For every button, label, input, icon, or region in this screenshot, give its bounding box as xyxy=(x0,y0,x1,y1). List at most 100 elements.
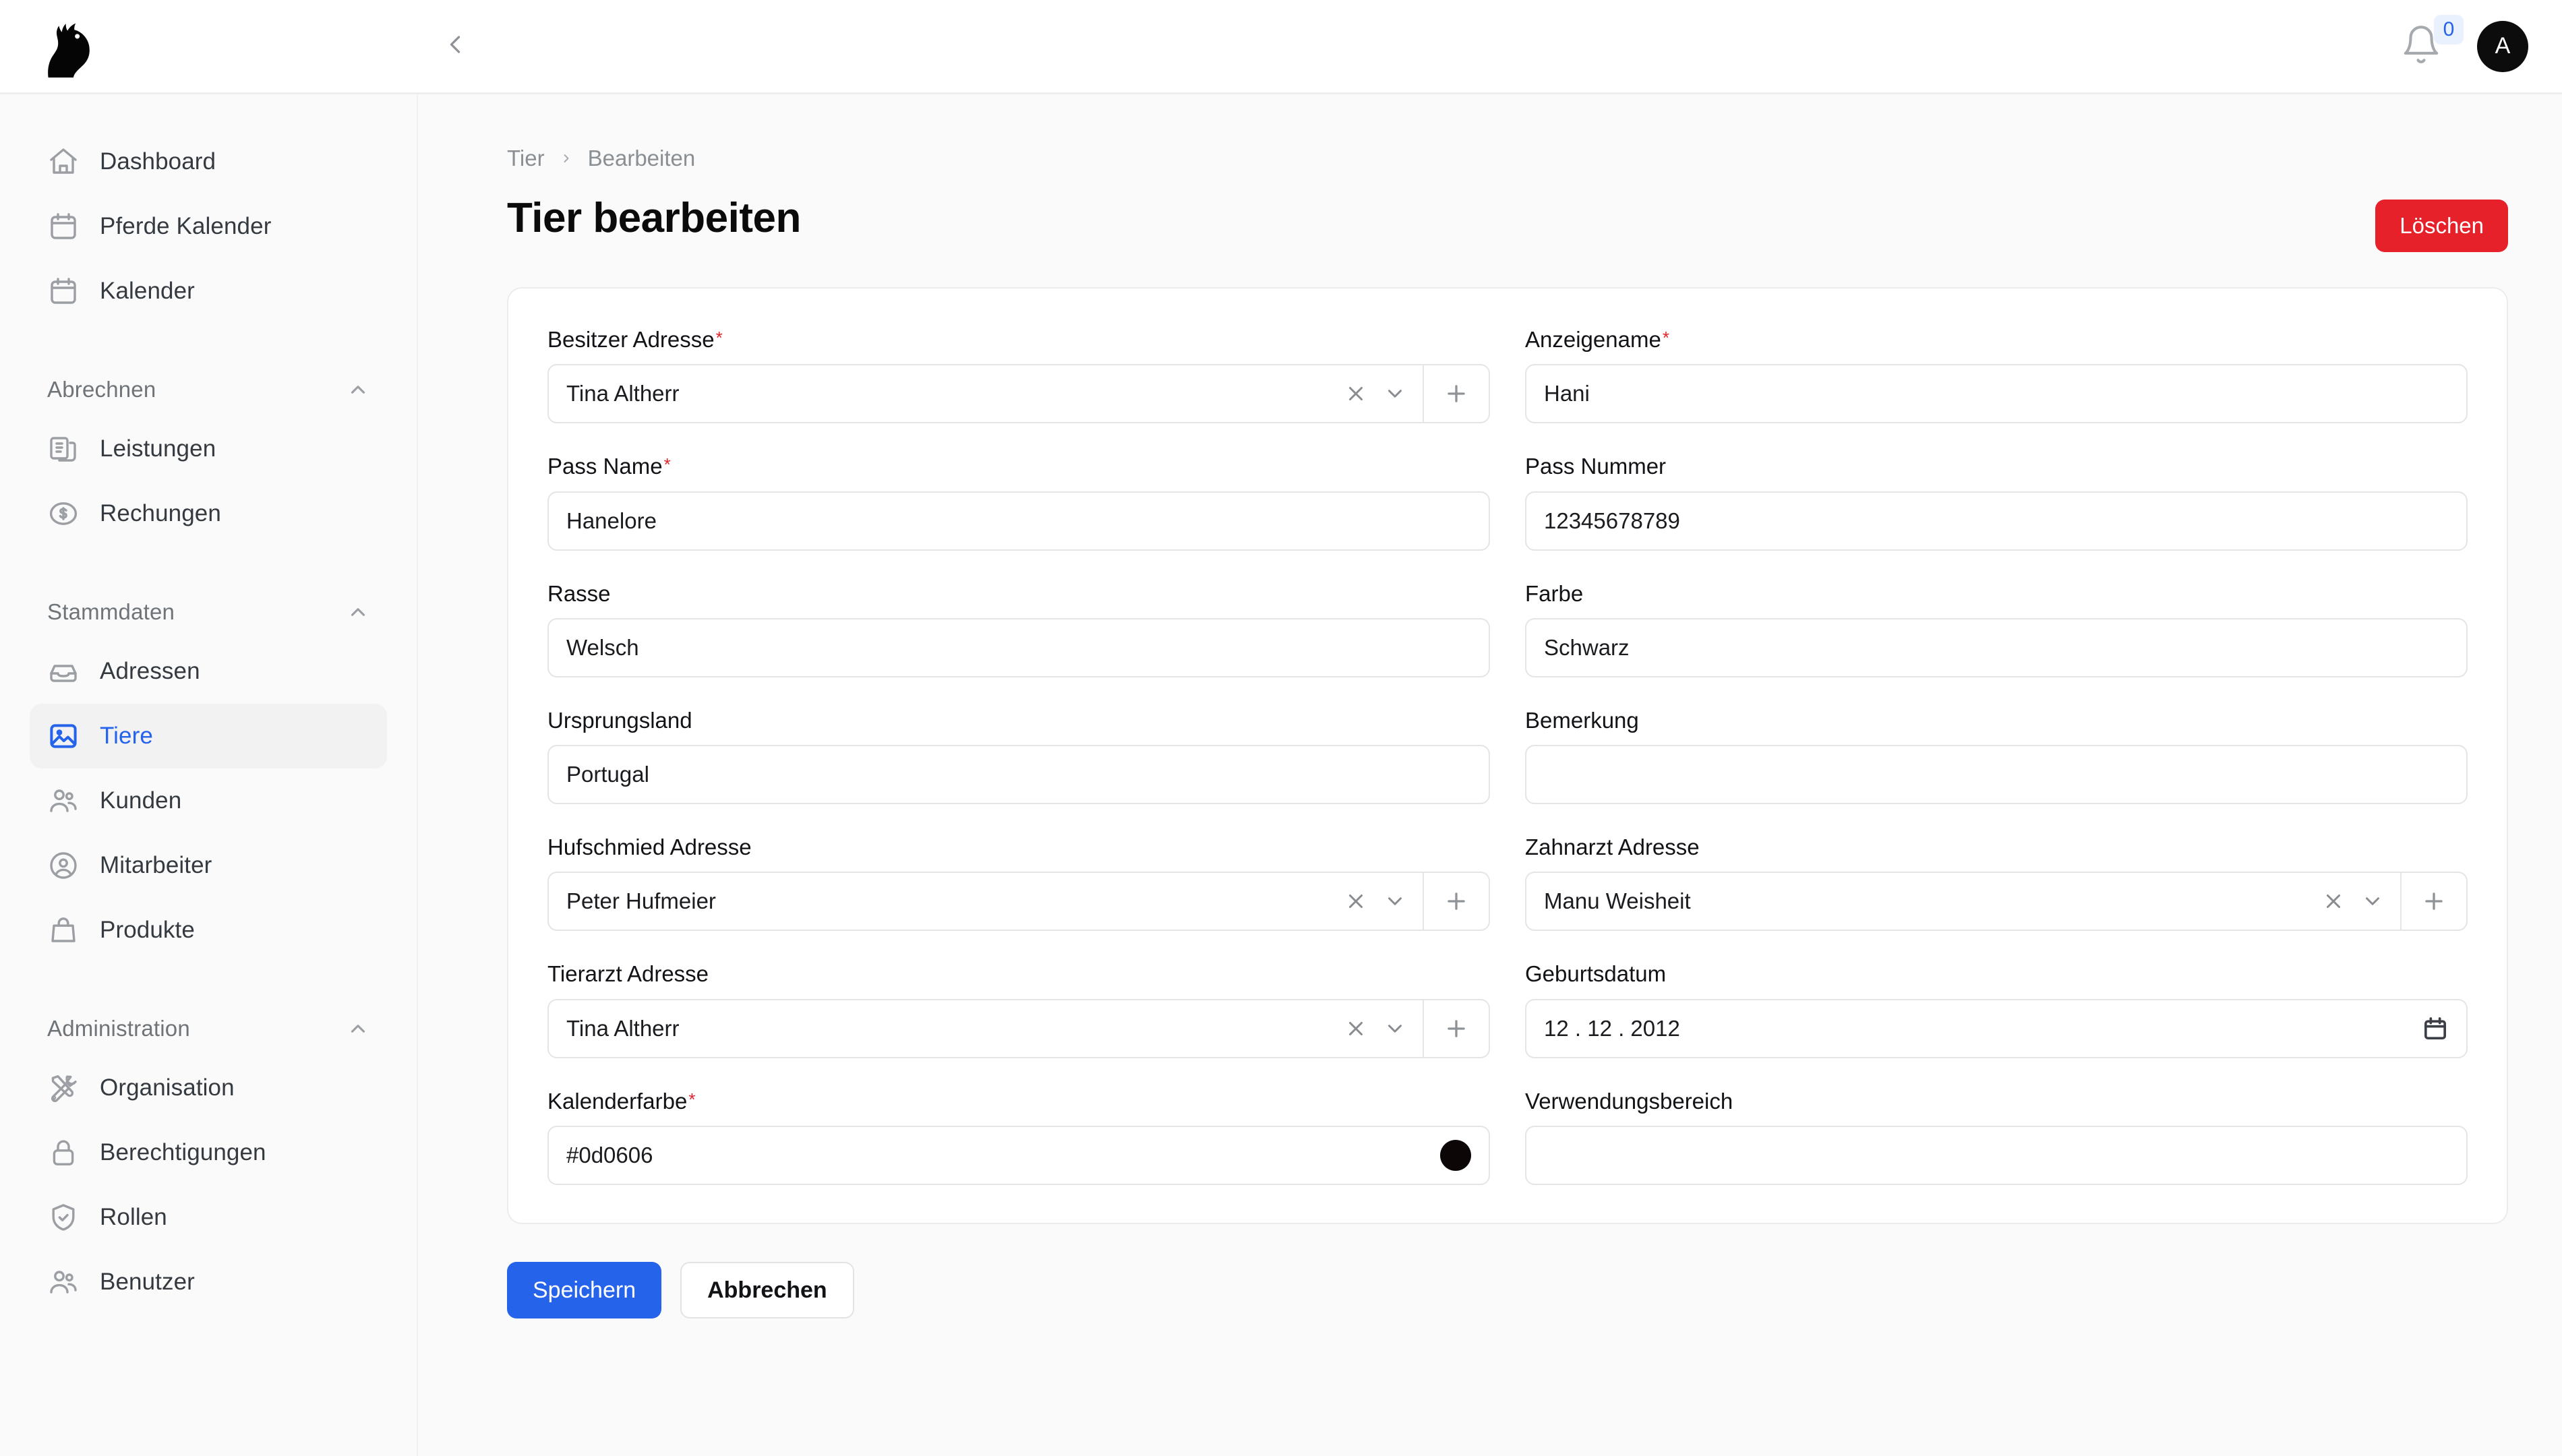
zahnarzt-adresse-combobox[interactable]: Manu Weisheit xyxy=(1525,872,2468,932)
field-label-text: Tierarzt Adresse xyxy=(547,961,709,987)
close-icon[interactable] xyxy=(1344,1017,1367,1040)
chevron-down-icon[interactable] xyxy=(2361,890,2384,913)
hufschmied-adresse-combobox[interactable]: Peter Hufmeier xyxy=(547,872,1490,932)
sidebar-item-label: Kalender xyxy=(100,278,195,304)
field-label-text: Pass Nummer xyxy=(1525,454,1667,479)
documents-icon xyxy=(47,433,80,465)
avatar[interactable]: A xyxy=(2477,20,2528,72)
color-value: #0d0606 xyxy=(566,1143,653,1168)
shield-check-icon xyxy=(47,1201,80,1234)
combobox-actions xyxy=(1344,1017,1423,1040)
sidebar-item-benutzer[interactable]: Benutzer xyxy=(30,1250,387,1314)
close-icon[interactable] xyxy=(2322,890,2345,913)
tierarzt-adresse-combobox[interactable]: Tina Altherr xyxy=(547,998,1490,1058)
field-label: Kalenderfarbe * xyxy=(547,1089,1490,1114)
field-label: Pass Name * xyxy=(547,454,1490,479)
sidebar-item-kunden[interactable]: Kunden xyxy=(30,768,387,833)
pass-nummer-input[interactable]: 12345678789 xyxy=(1525,491,2468,551)
chevron-down-icon[interactable] xyxy=(1383,1017,1406,1040)
sidebar-item-organisation[interactable]: Organisation xyxy=(30,1056,387,1120)
form-actions: Speichern Abbrechen xyxy=(507,1262,2508,1319)
cancel-button[interactable]: Abbrechen xyxy=(680,1262,854,1319)
combobox-actions xyxy=(1344,382,1423,405)
add-zahnarzt-adresse-button[interactable] xyxy=(2400,873,2466,930)
sidebar-item-tiere[interactable]: Tiere xyxy=(30,704,387,768)
field-ursprungsland: Ursprungsland Portugal xyxy=(547,707,1490,805)
sidebar-group-title: Abrechnen xyxy=(47,377,156,402)
farbe-input[interactable]: Schwarz xyxy=(1525,617,2468,677)
field-label-text: Ursprungsland xyxy=(547,707,692,733)
save-button[interactable]: Speichern xyxy=(507,1262,662,1319)
sidebar-item-berechtigungen[interactable]: Berechtigungen xyxy=(30,1120,387,1185)
combobox-value: Peter Hufmeier xyxy=(566,888,716,914)
sidebar-item-adressen[interactable]: Adressen xyxy=(30,639,387,704)
geburtsdatum-input[interactable]: 12 . 12 . 2012 xyxy=(1525,998,2468,1058)
calendar-picker-icon[interactable] xyxy=(2422,1015,2449,1042)
pass-name-input[interactable]: Hanelore xyxy=(547,491,1490,551)
sidebar-group-title: Stammdaten xyxy=(47,599,175,624)
bemerkung-input[interactable] xyxy=(1525,745,2468,805)
chevron-up-icon xyxy=(347,378,369,401)
home-icon xyxy=(47,146,80,178)
page-title: Tier bearbeiten xyxy=(507,195,801,241)
sidebar-item-rechungen[interactable]: Rechungen xyxy=(30,481,387,546)
sidebar-group-stammdaten[interactable]: Stammdaten xyxy=(30,585,387,639)
chevron-down-icon[interactable] xyxy=(1383,382,1406,405)
sidebar-item-label: Pferde Kalender xyxy=(100,213,272,239)
sidebar-item-rollen[interactable]: Rollen xyxy=(30,1185,387,1250)
delete-button[interactable]: Löschen xyxy=(2375,200,2508,252)
sidebar-item-produkte[interactable]: Produkte xyxy=(30,898,387,963)
form-grid: Besitzer Adresse * Tina Altherr Anzeigen… xyxy=(547,327,2468,1186)
combobox-actions xyxy=(1344,890,1423,913)
chevron-up-icon xyxy=(347,601,369,624)
field-label-text: Zahnarzt Adresse xyxy=(1525,835,1700,860)
besitzer-adresse-combobox[interactable]: Tina Altherr xyxy=(547,364,1490,424)
field-label: Verwendungsbereich xyxy=(1525,1089,2468,1114)
input-value: Hani xyxy=(1544,381,1590,406)
rasse-input[interactable]: Welsch xyxy=(547,617,1490,677)
sidebar-item-pferde-kalender[interactable]: Pferde Kalender xyxy=(30,194,387,259)
color-swatch[interactable] xyxy=(1440,1140,1471,1172)
field-label-text: Hufschmied Adresse xyxy=(547,835,752,860)
input-value: 12345678789 xyxy=(1544,508,1680,533)
sidebar-group-administration[interactable]: Administration xyxy=(30,1002,387,1056)
ursprungsland-input[interactable]: Portugal xyxy=(547,745,1490,805)
sidebar-item-label: Tiere xyxy=(100,723,153,749)
field-label: Hufschmied Adresse xyxy=(547,835,1490,859)
field-besitzer-adresse: Besitzer Adresse * Tina Altherr xyxy=(547,327,1490,424)
verwendungsbereich-input[interactable] xyxy=(1525,1126,2468,1186)
sidebar-item-kalender[interactable]: Kalender xyxy=(30,259,387,324)
field-verwendungsbereich: Verwendungsbereich xyxy=(1525,1089,2468,1186)
combobox-actions xyxy=(2322,890,2400,913)
close-icon[interactable] xyxy=(1344,890,1367,913)
chevron-down-icon[interactable] xyxy=(1383,890,1406,913)
combobox-value: Tina Altherr xyxy=(566,1015,680,1041)
sidebar-item-mitarbeiter[interactable]: Mitarbeiter xyxy=(30,833,387,898)
breadcrumb-item-tier[interactable]: Tier xyxy=(507,146,545,171)
breadcrumb-item-bearbeiten[interactable]: Bearbeiten xyxy=(588,146,696,171)
input-value: Portugal xyxy=(566,762,649,787)
dollar-circle-icon xyxy=(47,497,80,530)
sidebar-item-leistungen[interactable]: Leistungen xyxy=(30,417,387,481)
sidebar-group-title: Administration xyxy=(47,1016,190,1041)
field-label-text: Rasse xyxy=(547,580,611,606)
add-besitzer-adresse-button[interactable] xyxy=(1423,365,1489,423)
field-pass-nummer: Pass Nummer 12345678789 xyxy=(1525,454,2468,551)
chevron-up-icon xyxy=(347,1017,369,1040)
add-tierarzt-adresse-button[interactable] xyxy=(1423,1000,1489,1057)
field-label-text: Besitzer Adresse xyxy=(547,327,715,352)
sidebar-item-dashboard[interactable]: Dashboard xyxy=(30,129,387,194)
sidebar-collapse-button[interactable] xyxy=(418,9,492,84)
required-marker: * xyxy=(715,328,723,348)
add-hufschmied-adresse-button[interactable] xyxy=(1423,873,1489,930)
sidebar-group-abrechnen[interactable]: Abrechnen xyxy=(30,363,387,417)
kalenderfarbe-input[interactable]: #0d0606 xyxy=(547,1126,1490,1186)
top-bar-actions: 0 A xyxy=(2392,14,2562,75)
field-label-text: Bemerkung xyxy=(1525,707,1639,733)
anzeigename-input[interactable]: Hani xyxy=(1525,364,2468,424)
required-marker: * xyxy=(663,454,671,475)
field-label-text: Pass Name xyxy=(547,454,663,479)
notifications-button[interactable]: 0 xyxy=(2392,14,2464,75)
close-icon[interactable] xyxy=(1344,382,1367,405)
image-icon xyxy=(47,720,80,752)
